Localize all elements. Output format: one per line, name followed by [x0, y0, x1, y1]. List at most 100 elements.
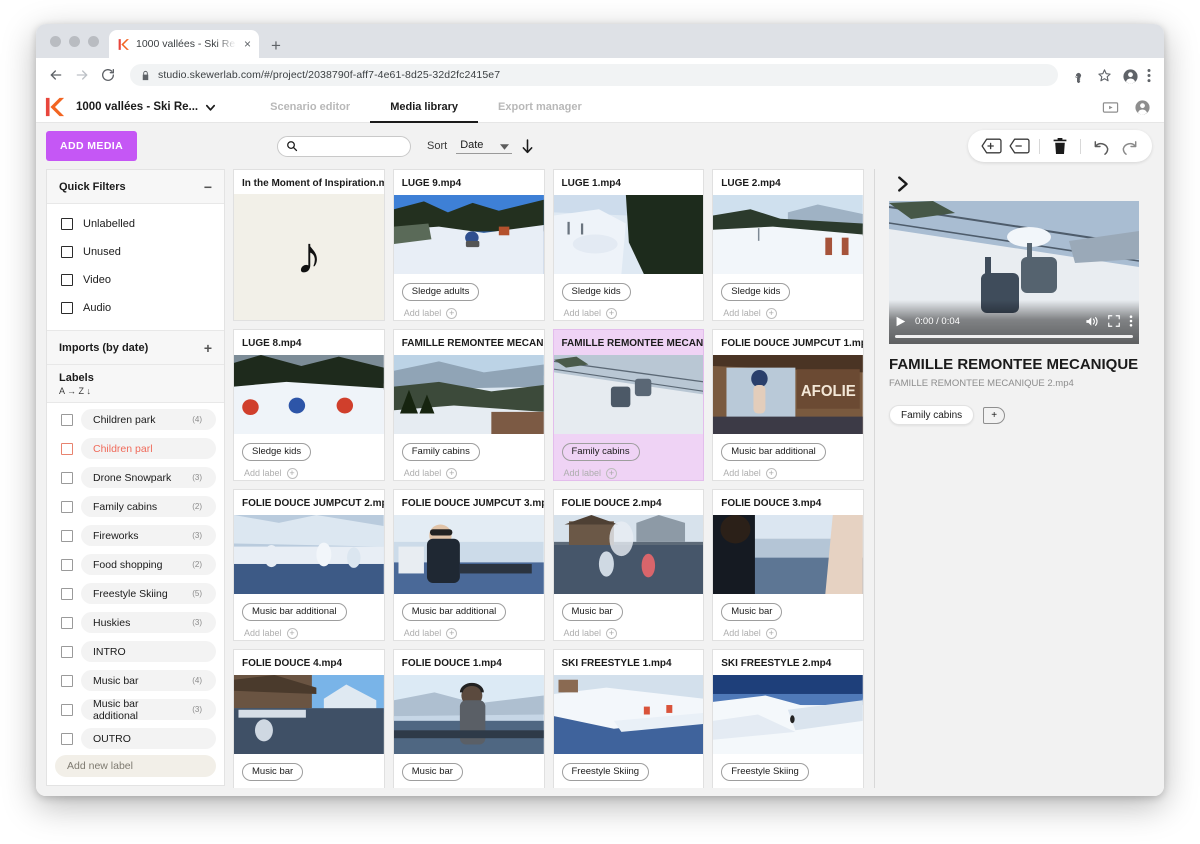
skewerlab-logo-icon[interactable]	[44, 97, 66, 117]
add-label-button[interactable]: Add label +	[554, 301, 704, 319]
media-card[interactable]: FOLIE DOUCE 2.mp4 Music bar Add label +	[552, 489, 705, 641]
add-label-button[interactable]: Add label +	[554, 461, 704, 479]
media-card-selected[interactable]: FAMILLE REMONTEE MECANIQUE...	[552, 329, 705, 481]
plus-icon[interactable]: +	[446, 467, 458, 479]
minimize-window-dot[interactable]	[69, 35, 80, 47]
plus-icon[interactable]: +	[446, 307, 458, 319]
label-pill[interactable]: Children parl	[81, 438, 216, 459]
chevron-right-icon[interactable]	[891, 173, 913, 195]
checkbox-icon[interactable]	[61, 587, 73, 600]
tag-chip[interactable]: Freestyle Skiing	[561, 762, 650, 781]
checkbox-icon[interactable]	[61, 558, 73, 571]
label-pill[interactable]: Freestyle Skiing (5)	[81, 583, 216, 604]
label-pill[interactable]: Music bar (4)	[81, 670, 216, 691]
profile-avatar-icon[interactable]	[1122, 68, 1138, 84]
tab-export-manager[interactable]: Export manager	[478, 92, 602, 123]
quick-filters-header[interactable]: Quick Filters −	[47, 170, 224, 204]
filter-video[interactable]: Video	[47, 266, 224, 294]
add-label-button[interactable]: Add label +	[234, 621, 384, 639]
three-dot-menu-icon[interactable]	[1129, 315, 1133, 327]
checkbox-icon[interactable]	[61, 442, 73, 455]
tag-chip[interactable]: Music bar additional	[242, 602, 347, 621]
list-item[interactable]: Music bar (4)	[47, 666, 224, 695]
redo-icon[interactable]	[1116, 133, 1142, 159]
add-label-button[interactable]: Add label +	[713, 621, 863, 639]
label-pill[interactable]: Fireworks (3)	[81, 525, 216, 546]
media-card[interactable]: FOLIE DOUCE JUMPCUT 2.mp4 Music bar addi…	[233, 489, 385, 641]
tag-chip[interactable]: Music bar	[721, 602, 783, 621]
plus-icon[interactable]: +	[446, 627, 458, 639]
checkbox-icon[interactable]	[61, 703, 73, 716]
label-pill[interactable]: Children park (4)	[81, 409, 216, 430]
media-card[interactable]: FOLIE DOUCE JUMPCUT 1.mp4 AFOLIE Music b…	[712, 329, 864, 481]
list-item[interactable]: Freestyle Skiing (5)	[47, 579, 224, 608]
label-pill[interactable]: INTRO	[81, 641, 216, 662]
label-pill[interactable]: Family cabins (2)	[81, 496, 216, 517]
add-label-button[interactable]: Add label +	[394, 301, 544, 319]
tag-chip[interactable]: Music bar additional	[401, 602, 507, 621]
checkbox-icon[interactable]	[61, 616, 73, 629]
tag-chip[interactable]: Family cabins	[889, 405, 975, 425]
search-box[interactable]	[277, 135, 411, 157]
sort-select[interactable]: Date	[456, 139, 513, 154]
add-media-button[interactable]: ADD MEDIA	[46, 131, 138, 161]
plus-icon[interactable]: +	[606, 307, 618, 319]
checkbox-icon[interactable]	[61, 500, 73, 513]
plus-icon[interactable]: +	[286, 627, 298, 639]
fullscreen-icon[interactable]	[1108, 315, 1120, 327]
address-bar[interactable]: studio.skewerlab.com/#/project/2038790f-…	[130, 64, 1058, 86]
list-item[interactable]: Family cabins (2)	[47, 492, 224, 521]
media-card[interactable]: SKI FREESTYLE 1.mp4 Freestyle Skiing	[552, 649, 705, 788]
plus-icon[interactable]: +	[765, 627, 777, 639]
back-arrow-icon[interactable]	[48, 67, 64, 83]
checkbox-icon[interactable]	[61, 274, 73, 286]
plus-icon[interactable]: +	[286, 467, 298, 479]
media-card[interactable]: FOLIE DOUCE 4.mp4 Music bar	[233, 649, 385, 788]
list-item[interactable]: Children parl	[47, 434, 224, 463]
tag-chip[interactable]: Family cabins	[401, 442, 480, 461]
add-label-button[interactable]: Add label +	[394, 621, 544, 639]
label-pill[interactable]: OUTRO	[81, 728, 216, 749]
delete-icon[interactable]	[1047, 133, 1073, 159]
list-item[interactable]: Drone Snowpark (3)	[47, 463, 224, 492]
sort-direction-icon[interactable]	[521, 138, 534, 154]
list-item[interactable]: Children park (4)	[47, 405, 224, 434]
checkbox-icon[interactable]	[61, 471, 73, 484]
volume-icon[interactable]	[1085, 315, 1099, 328]
tab-media-library[interactable]: Media library	[370, 92, 478, 123]
add-label-button[interactable]: Add label +	[713, 461, 863, 479]
tag-chip[interactable]: Sledge adults	[401, 282, 480, 301]
media-card[interactable]: LUGE 8.mp4 Sledge kids Add label +	[233, 329, 385, 481]
media-card[interactable]: FOLIE DOUCE JUMPCUT 3.mp4 Music bar addi…	[392, 489, 545, 641]
add-label-button[interactable]: Add label +	[394, 461, 544, 479]
list-item[interactable]: Huskies (3)	[47, 608, 224, 637]
chevron-down-icon[interactable]	[205, 102, 216, 113]
tag-chip[interactable]: Sledge kids	[561, 282, 631, 301]
media-card[interactable]: SKI FREESTYLE 2.mp4 Freestyle Skiing	[712, 649, 864, 788]
add-label-button[interactable]: Add label +	[234, 461, 384, 479]
undo-icon[interactable]	[1088, 133, 1114, 159]
add-label-button[interactable]: Add label +	[713, 301, 863, 319]
label-pill[interactable]: Drone Snowpark (3)	[81, 467, 216, 488]
video-player[interactable]: 0:00 / 0:04	[889, 201, 1139, 344]
key-icon[interactable]	[1072, 68, 1087, 83]
expand-toggle-icon[interactable]: +	[204, 341, 212, 355]
remove-tag-icon[interactable]	[1006, 133, 1032, 159]
tag-chip[interactable]: Music bar additional	[721, 442, 826, 461]
checkbox-icon[interactable]	[61, 302, 73, 314]
list-item[interactable]: Fireworks (3)	[47, 521, 224, 550]
play-box-icon[interactable]	[1102, 99, 1119, 115]
media-card[interactable]: In the Moment of Inspiration.mp3 ♪	[233, 169, 385, 321]
list-item[interactable]: Food shopping (2)	[47, 550, 224, 579]
media-card[interactable]: LUGE 2.mp4 Sledge kids Add label +	[712, 169, 864, 321]
reload-icon[interactable]	[100, 67, 116, 83]
tag-chip[interactable]: Freestyle Skiing	[721, 762, 809, 781]
bookmark-star-icon[interactable]	[1097, 68, 1112, 83]
plus-icon[interactable]: +	[765, 467, 777, 479]
label-pill[interactable]: Huskies (3)	[81, 612, 216, 633]
checkbox-icon[interactable]	[61, 674, 73, 687]
add-tag-icon[interactable]: +	[983, 406, 1006, 424]
imports-header[interactable]: Imports (by date) +	[47, 331, 224, 365]
label-pill[interactable]: Food shopping (2)	[81, 554, 216, 575]
tag-chip[interactable]: Sledge kids	[242, 442, 312, 461]
